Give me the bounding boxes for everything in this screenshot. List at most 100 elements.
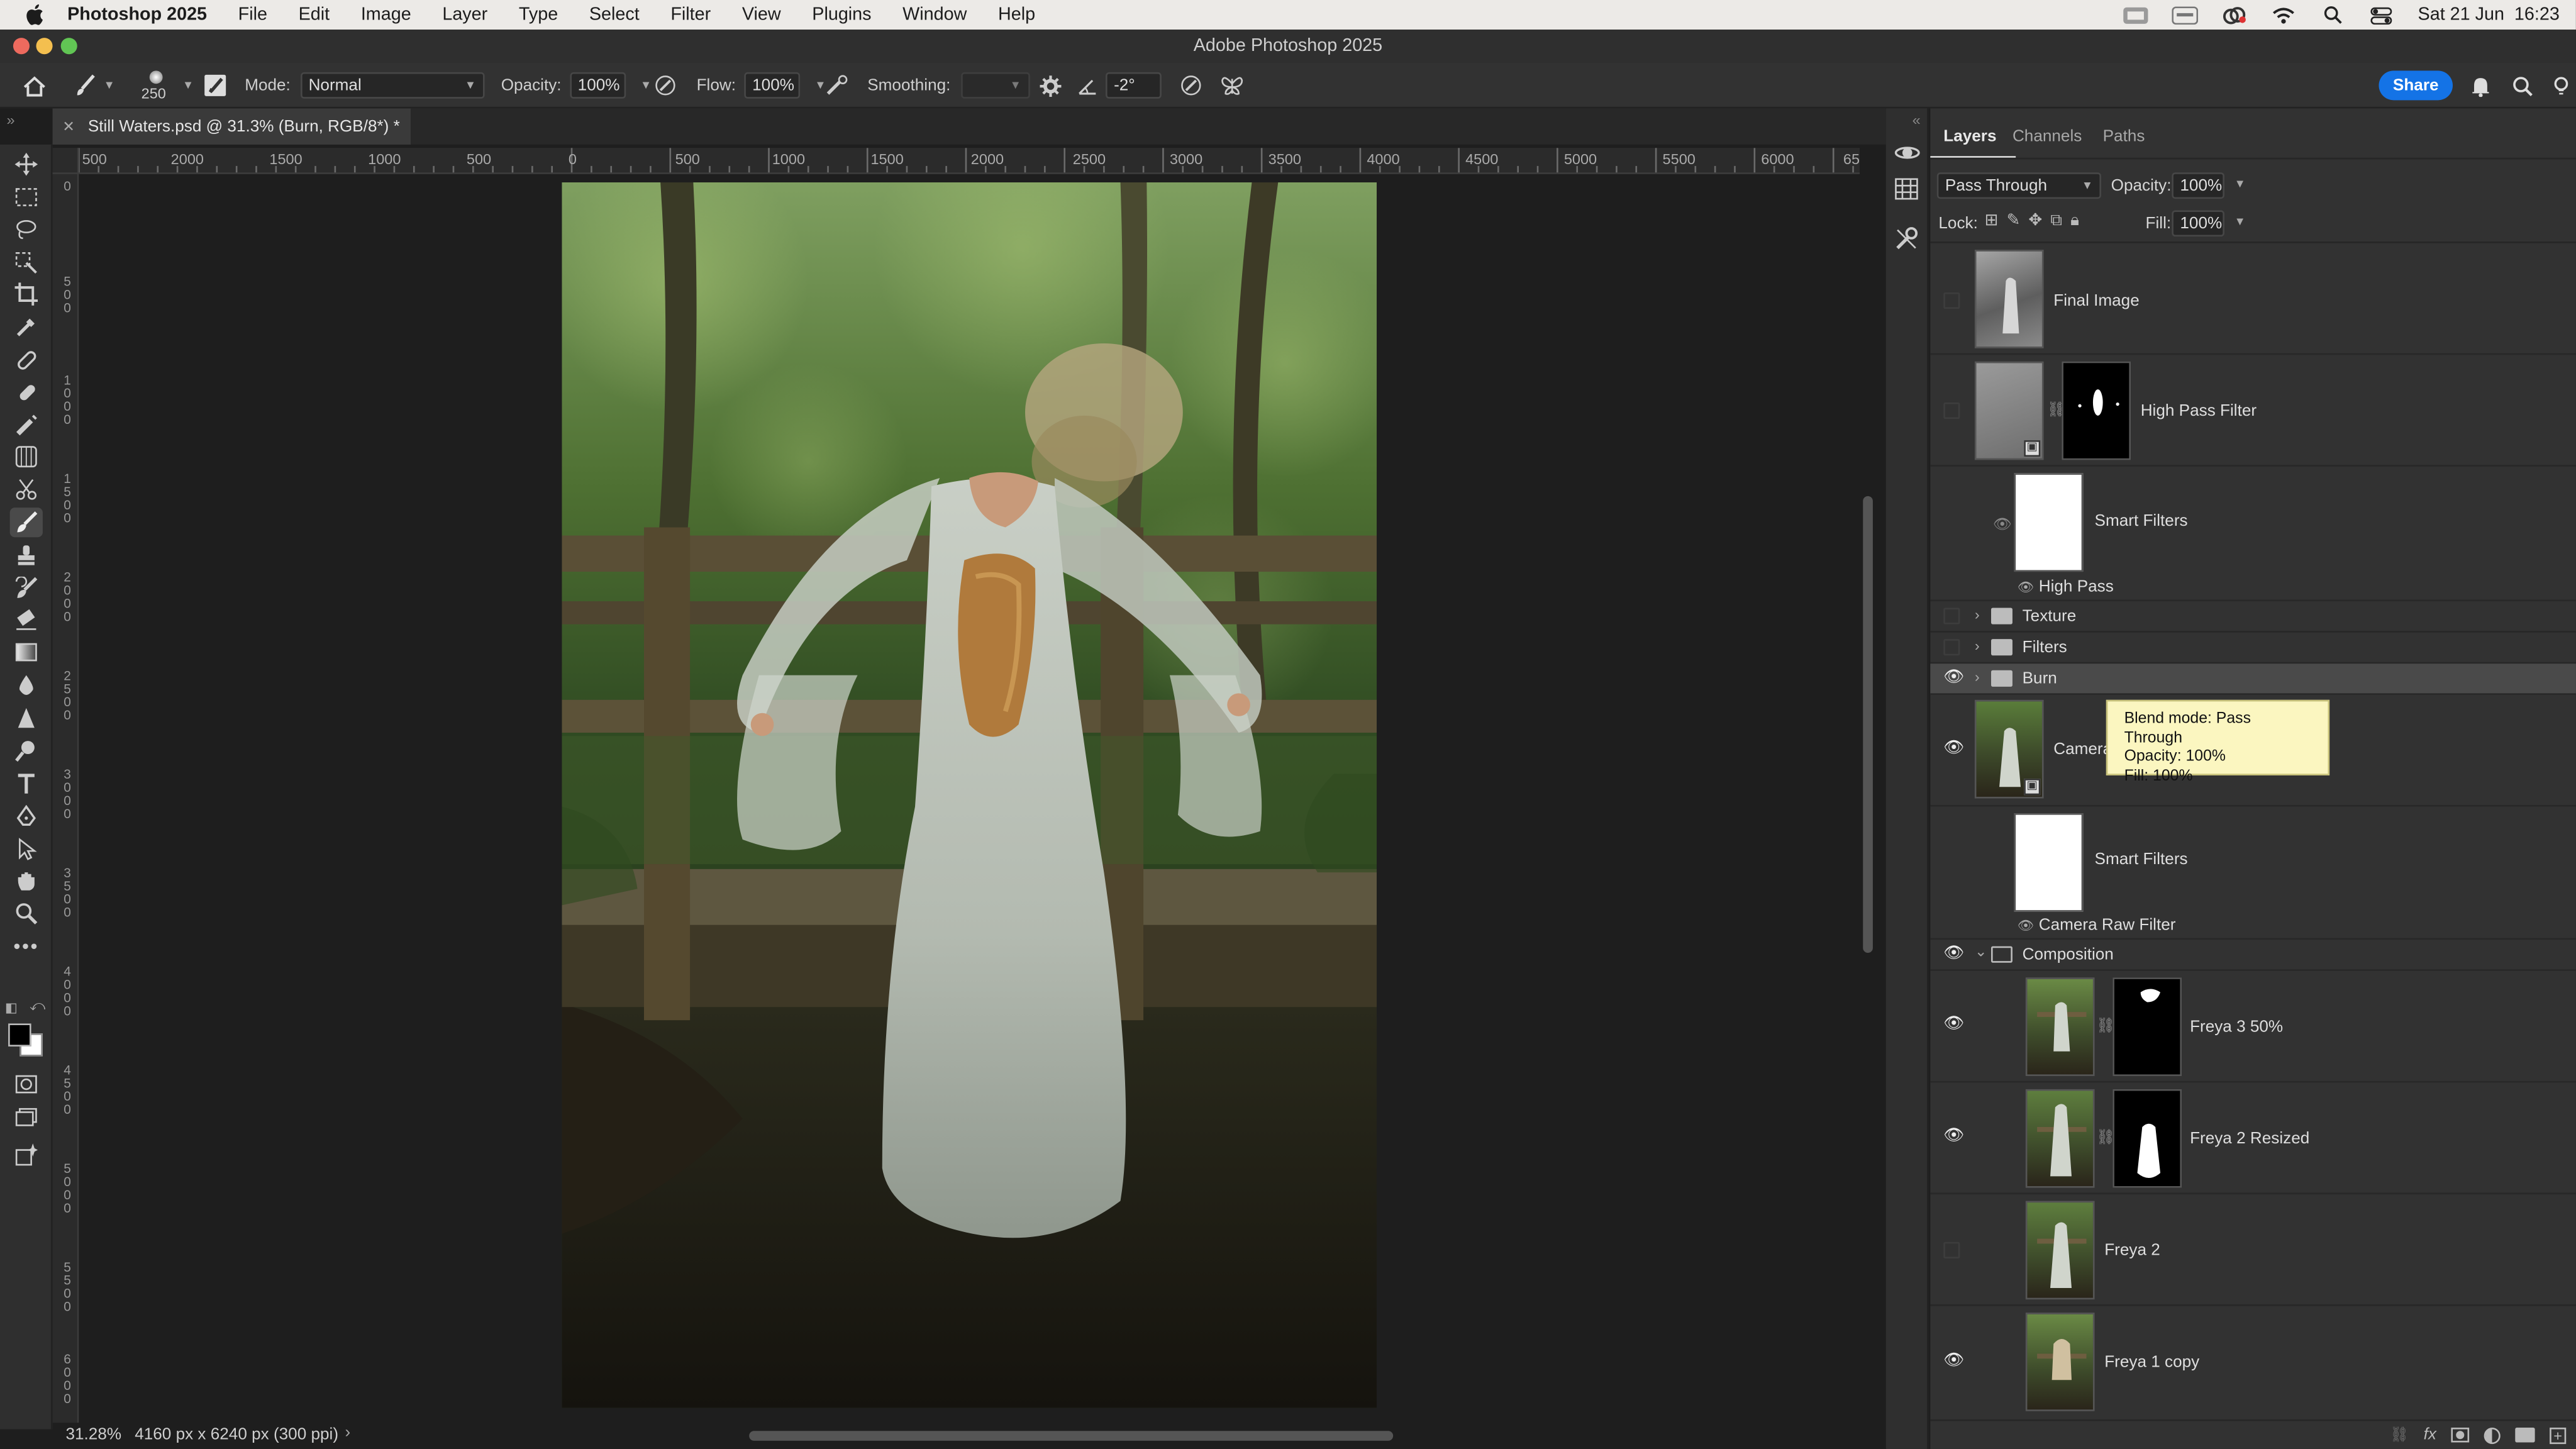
horizontal-ruler[interactable]: 500 2000 1500 1000 500 0 500 1000 1500 2000 2500 30… <box>79 148 1860 174</box>
layer-high-pass-filter[interactable]: ▣ ⛓ High Pass Filter <box>1930 355 2576 467</box>
apple-icon[interactable] <box>23 3 47 26</box>
layer-name[interactable]: Composition <box>2023 947 2114 965</box>
eye-icon[interactable]: 👁︎ <box>1943 669 1964 687</box>
menu-type[interactable]: Type <box>519 5 558 25</box>
visibility-toggle[interactable] <box>1943 1241 1960 1258</box>
blur-tool[interactable] <box>10 670 43 700</box>
close-window-button[interactable] <box>13 38 30 55</box>
layer-thumbnail[interactable] <box>2025 977 2095 1076</box>
move-tool[interactable] <box>10 150 43 179</box>
scissors-tool[interactable] <box>10 475 43 504</box>
menu-layer[interactable]: Layer <box>442 5 487 25</box>
brush-preset-chevron-icon[interactable]: ▼ <box>182 80 194 91</box>
smart-filters-row[interactable]: Smart Filters 👁︎ Camera Raw Filter <box>1930 807 2576 945</box>
more-tools-button[interactable]: ••• <box>10 931 43 961</box>
layer-opacity-input[interactable]: 100% <box>2172 172 2224 199</box>
crop-tool[interactable] <box>10 279 43 309</box>
share-button[interactable]: Share <box>2379 70 2453 101</box>
eye-icon[interactable]: 👁︎ <box>2018 580 2035 595</box>
remove-tool[interactable] <box>10 411 43 440</box>
history-brush-tool[interactable] <box>10 574 43 603</box>
visibility-toggle[interactable] <box>1943 608 1960 625</box>
wifi-icon[interactable] <box>2270 5 2296 25</box>
gradient-tool[interactable] <box>10 638 43 667</box>
eye-icon[interactable]: 👁︎ <box>1993 516 2012 534</box>
object-selection-tool[interactable] <box>10 248 43 277</box>
zoom-window-button[interactable] <box>60 38 77 55</box>
document-image[interactable] <box>562 182 1377 1408</box>
zoom-tool[interactable] <box>10 899 43 928</box>
default-colors-icon[interactable]: ◧ <box>5 1001 18 1016</box>
layer-group-composition[interactable]: 👁︎ ⌄ Composition <box>1930 940 2576 971</box>
collapse-toolbar-icon[interactable]: » <box>6 112 14 128</box>
menu-filter[interactable]: Filter <box>670 5 711 25</box>
smart-filter-mask-thumbnail[interactable] <box>2014 813 2084 912</box>
new-layer-icon[interactable]: + <box>2550 1426 2567 1443</box>
layer-name[interactable]: Freya 2 Resized <box>2190 1130 2309 1148</box>
layer-name[interactable]: Burn <box>2023 670 2057 689</box>
dodge-tool[interactable] <box>10 736 43 765</box>
properties-panel-button[interactable] <box>1894 177 1919 209</box>
opacity-input[interactable]: 100% <box>569 72 626 99</box>
layer-mask-thumbnail[interactable] <box>2112 977 2182 1076</box>
layer-freya-2-resized[interactable]: 👁︎ ⛓ Freya 2 Resized <box>1930 1082 2576 1195</box>
adjustment-layer-icon[interactable] <box>2484 1426 2501 1443</box>
pen-tool[interactable] <box>10 802 43 831</box>
screen-mirroring-icon[interactable] <box>2122 5 2148 25</box>
tool-preset-picker[interactable]: ▼ <box>74 62 115 108</box>
ruler-origin[interactable] <box>52 148 79 174</box>
layer-fill-input[interactable]: 100% <box>2172 210 2224 237</box>
airbrush-button[interactable] <box>824 62 849 108</box>
canvas-area[interactable] <box>79 174 1860 1423</box>
chevron-right-icon[interactable]: › <box>1975 606 1980 623</box>
layer-name[interactable]: Freya 2 <box>2104 1242 2160 1260</box>
spotlight-icon[interactable] <box>2319 5 2346 25</box>
eraser-tool[interactable] <box>10 604 43 634</box>
tab-layers[interactable]: Layers <box>1943 128 1996 147</box>
menu-edit[interactable]: Edit <box>299 5 330 25</box>
smart-filters-label[interactable]: Smart Filters <box>2095 851 2188 869</box>
layer-freya-2[interactable]: Freya 2 <box>1930 1194 2576 1306</box>
filter-name[interactable]: Camera Raw Filter <box>2039 917 2176 935</box>
generative-button[interactable] <box>10 1140 43 1170</box>
hand-tool[interactable] <box>10 866 43 896</box>
menu-help[interactable]: Help <box>998 5 1035 25</box>
chevron-right-icon[interactable]: › <box>1975 638 1980 654</box>
brush-settings-button[interactable] <box>204 62 227 108</box>
pressure-size-button[interactable] <box>1180 62 1203 108</box>
eye-icon[interactable]: 👁︎ <box>1943 1352 1964 1370</box>
screen-mode-button[interactable] <box>10 1102 43 1132</box>
lasso-tool[interactable] <box>10 215 43 245</box>
creative-cloud-icon[interactable] <box>2221 5 2247 25</box>
tab-paths[interactable]: Paths <box>2103 128 2145 147</box>
spot-healing-tool[interactable] <box>10 378 43 408</box>
menu-app-name[interactable]: Photoshop 2025 <box>67 5 207 25</box>
layer-mask-thumbnail[interactable] <box>2112 1089 2182 1188</box>
layer-opacity-chevron-icon[interactable]: ▼ <box>2235 179 2246 191</box>
zoom-level[interactable]: 31.28% <box>65 1426 121 1444</box>
opacity-chevron-icon[interactable]: ▼ <box>640 80 652 91</box>
vertical-scrollbar[interactable] <box>1863 496 1873 953</box>
layer-thumbnail[interactable] <box>2025 1089 2095 1188</box>
smoothing-options-button[interactable] <box>1040 62 1062 108</box>
discover-button[interactable] <box>2550 62 2573 108</box>
layer-name[interactable]: High Pass Filter <box>2141 402 2257 421</box>
lock-icons[interactable]: ⊞✎✥⧉🔒︎ <box>1985 212 2088 230</box>
eye-icon[interactable]: 👁︎ <box>1943 1015 1964 1033</box>
3d-panel-button[interactable] <box>1894 142 1921 173</box>
layer-fill-chevron-icon[interactable]: ▼ <box>2235 217 2246 228</box>
chevron-down-icon[interactable]: ⌄ <box>1975 943 1987 961</box>
layer-group-filters[interactable]: › Filters <box>1930 633 2576 664</box>
notifications-button[interactable] <box>2471 62 2490 108</box>
keyboard-icon[interactable] <box>2171 5 2198 25</box>
healing-brush-tool[interactable] <box>10 345 43 375</box>
filter-name[interactable]: High Pass <box>2039 578 2114 596</box>
type-tool[interactable] <box>10 769 43 799</box>
symmetry-button[interactable] <box>1221 62 1244 108</box>
brush-preset-picker[interactable]: 250 <box>142 62 166 108</box>
menu-view[interactable]: View <box>742 5 781 25</box>
layer-mask-thumbnail[interactable] <box>2062 361 2131 460</box>
add-mask-icon[interactable] <box>2451 1428 2470 1443</box>
smart-filter-mask-thumbnail[interactable] <box>2014 473 2084 572</box>
menu-select[interactable]: Select <box>589 5 640 25</box>
